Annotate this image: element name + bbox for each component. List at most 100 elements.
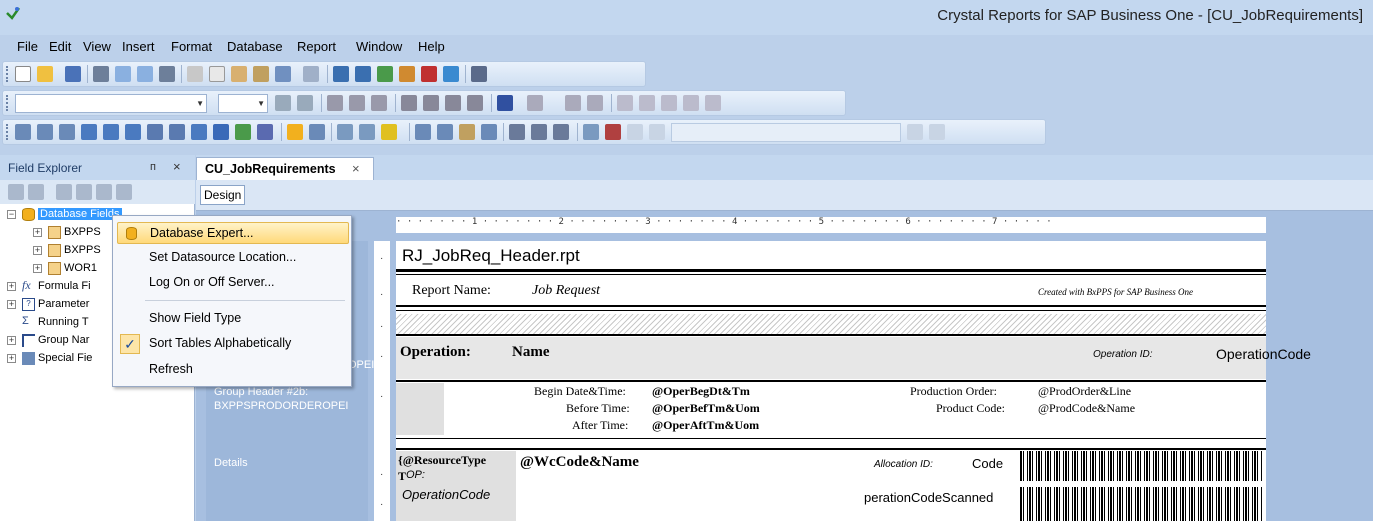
resource-type-field[interactable]: {@ResourceType — [398, 453, 486, 468]
report-name-label[interactable]: Report Name: — [412, 283, 491, 299]
expand-icon[interactable]: + — [7, 300, 16, 309]
menu-item-sort-tables-alphabetically[interactable]: ✓ Sort Tables Alphabetically — [117, 333, 349, 355]
database-expert-icon[interactable] — [287, 124, 303, 140]
wc-code-field[interactable]: @WcCode&Name — [520, 454, 639, 471]
align-left-icon[interactable] — [401, 95, 417, 111]
expand-icon[interactable]: + — [7, 354, 16, 363]
increase-font-icon[interactable] — [275, 95, 291, 111]
align-right-icon[interactable] — [445, 95, 461, 111]
previous-page-icon[interactable] — [649, 124, 665, 140]
redo-icon[interactable] — [303, 66, 319, 82]
section-expert-icon[interactable] — [415, 124, 431, 140]
barcode-allocation[interactable] — [1020, 451, 1262, 481]
format-painter-icon[interactable] — [253, 66, 269, 82]
section-label-details[interactable]: Details — [214, 457, 248, 470]
undo-icon[interactable] — [275, 66, 291, 82]
show-guidelines-icon[interactable] — [553, 124, 569, 140]
insert-chart-icon[interactable] — [213, 124, 229, 140]
lock-format-icon[interactable] — [587, 95, 603, 111]
insert-summary-icon[interactable] — [59, 124, 75, 140]
group-expert-icon[interactable] — [309, 124, 325, 140]
toolbar-grip[interactable] — [6, 124, 8, 140]
browse-icon[interactable] — [28, 184, 44, 200]
toolbar-grip[interactable] — [6, 66, 8, 82]
print-icon[interactable] — [93, 66, 109, 82]
menu-report[interactable]: Report — [297, 39, 336, 54]
close-icon[interactable]: × — [352, 161, 360, 176]
barcode-operation[interactable] — [1020, 487, 1262, 521]
underline-icon[interactable] — [371, 95, 387, 111]
production-order-value[interactable]: @ProdOrder&Line — [1038, 384, 1131, 399]
cut-icon[interactable] — [187, 66, 203, 82]
expand-icon[interactable]: + — [33, 264, 42, 273]
font-size-combo[interactable]: ▼ — [218, 94, 268, 113]
font-color-icon[interactable] — [497, 95, 513, 111]
toggle-view-icon[interactable] — [443, 66, 459, 82]
edit-icon[interactable] — [76, 184, 92, 200]
insert-subreport-icon[interactable] — [125, 124, 141, 140]
align-center-icon[interactable] — [423, 95, 439, 111]
after-label[interactable]: After Time: — [572, 418, 628, 433]
duplicate-icon[interactable] — [96, 184, 112, 200]
menu-format[interactable]: Format — [171, 39, 212, 54]
menu-file[interactable]: File — [17, 39, 38, 54]
product-code-value[interactable]: @ProdCode&Name — [1038, 401, 1135, 416]
product-code-label[interactable]: Product Code: — [936, 401, 1005, 416]
operation-id-label[interactable]: Operation ID: — [1093, 349, 1152, 360]
new-icon[interactable] — [15, 66, 31, 82]
before-label[interactable]: Before Time: — [566, 401, 630, 416]
rename-icon[interactable] — [116, 184, 132, 200]
italic-icon[interactable] — [349, 95, 365, 111]
last-page-icon[interactable] — [929, 124, 945, 140]
report-design-canvas[interactable]: · · · · · · · 1 · · · · · · · 2 · · · · … — [196, 211, 1373, 521]
expand-icon[interactable]: + — [33, 228, 42, 237]
collapse-icon[interactable]: − — [7, 210, 16, 219]
template-expert-icon[interactable] — [481, 124, 497, 140]
currency-icon[interactable] — [617, 95, 633, 111]
dependency-checker-icon[interactable] — [399, 66, 415, 82]
new-icon[interactable] — [56, 184, 72, 200]
increase-decimals-icon[interactable] — [683, 95, 699, 111]
workbench-icon[interactable] — [421, 66, 437, 82]
stop-icon[interactable] — [605, 124, 621, 140]
suppress-icon[interactable] — [565, 95, 581, 111]
report-file-name[interactable]: RJ_JobReq_Header.rpt — [402, 246, 580, 266]
decrease-font-icon[interactable] — [297, 95, 313, 111]
export-icon[interactable] — [159, 66, 175, 82]
operation-code-scanned-field[interactable]: perationCodeScanned — [864, 490, 993, 505]
expand-icon[interactable]: + — [7, 336, 16, 345]
menu-view[interactable]: View — [83, 39, 111, 54]
menu-insert[interactable]: Insert — [122, 39, 155, 54]
menu-database[interactable]: Database — [227, 39, 283, 54]
borders-icon[interactable] — [527, 95, 543, 111]
decrease-decimals-icon[interactable] — [705, 95, 721, 111]
production-order-label[interactable]: Production Order: — [910, 384, 997, 399]
operation-code-field[interactable]: OperationCode — [402, 487, 490, 502]
allocation-code-field[interactable]: Code — [972, 456, 1003, 471]
field-explorer-icon[interactable] — [333, 66, 349, 82]
print-preview-icon[interactable] — [115, 66, 131, 82]
record-sort-icon[interactable] — [337, 124, 353, 140]
before-value[interactable]: @OperBefTm&Uom — [652, 401, 760, 416]
operation-code-field[interactable]: OperationCode — [1216, 346, 1311, 362]
report-name-value[interactable]: Job Request — [532, 283, 600, 299]
bold-icon[interactable] — [327, 95, 343, 111]
pin-icon[interactable]: ᴨ — [150, 161, 156, 173]
insert-picture-icon[interactable] — [191, 124, 207, 140]
insert-line-icon[interactable] — [147, 124, 163, 140]
insert-group-icon[interactable] — [37, 124, 53, 140]
repository-explorer-icon[interactable] — [377, 66, 393, 82]
first-page-icon[interactable] — [627, 124, 643, 140]
begin-value[interactable]: @OperBegDt&Tm — [652, 384, 750, 399]
insert-to-report-icon[interactable] — [8, 184, 24, 200]
refresh-icon[interactable] — [583, 124, 599, 140]
menu-item-set-datasource-location[interactable]: Set Datasource Location... — [117, 247, 349, 269]
op-label[interactable]: OP: — [406, 469, 425, 481]
select-expert-icon[interactable] — [381, 124, 397, 140]
insert-map-icon[interactable] — [235, 124, 251, 140]
tab-design[interactable]: Design — [200, 185, 246, 205]
menu-item-refresh[interactable]: Refresh — [117, 359, 349, 381]
section-label-group-header-2b[interactable]: Group Header #2b: — [214, 386, 308, 399]
expand-icon[interactable]: + — [7, 282, 16, 291]
menu-item-show-field-type[interactable]: Show Field Type — [117, 308, 349, 330]
